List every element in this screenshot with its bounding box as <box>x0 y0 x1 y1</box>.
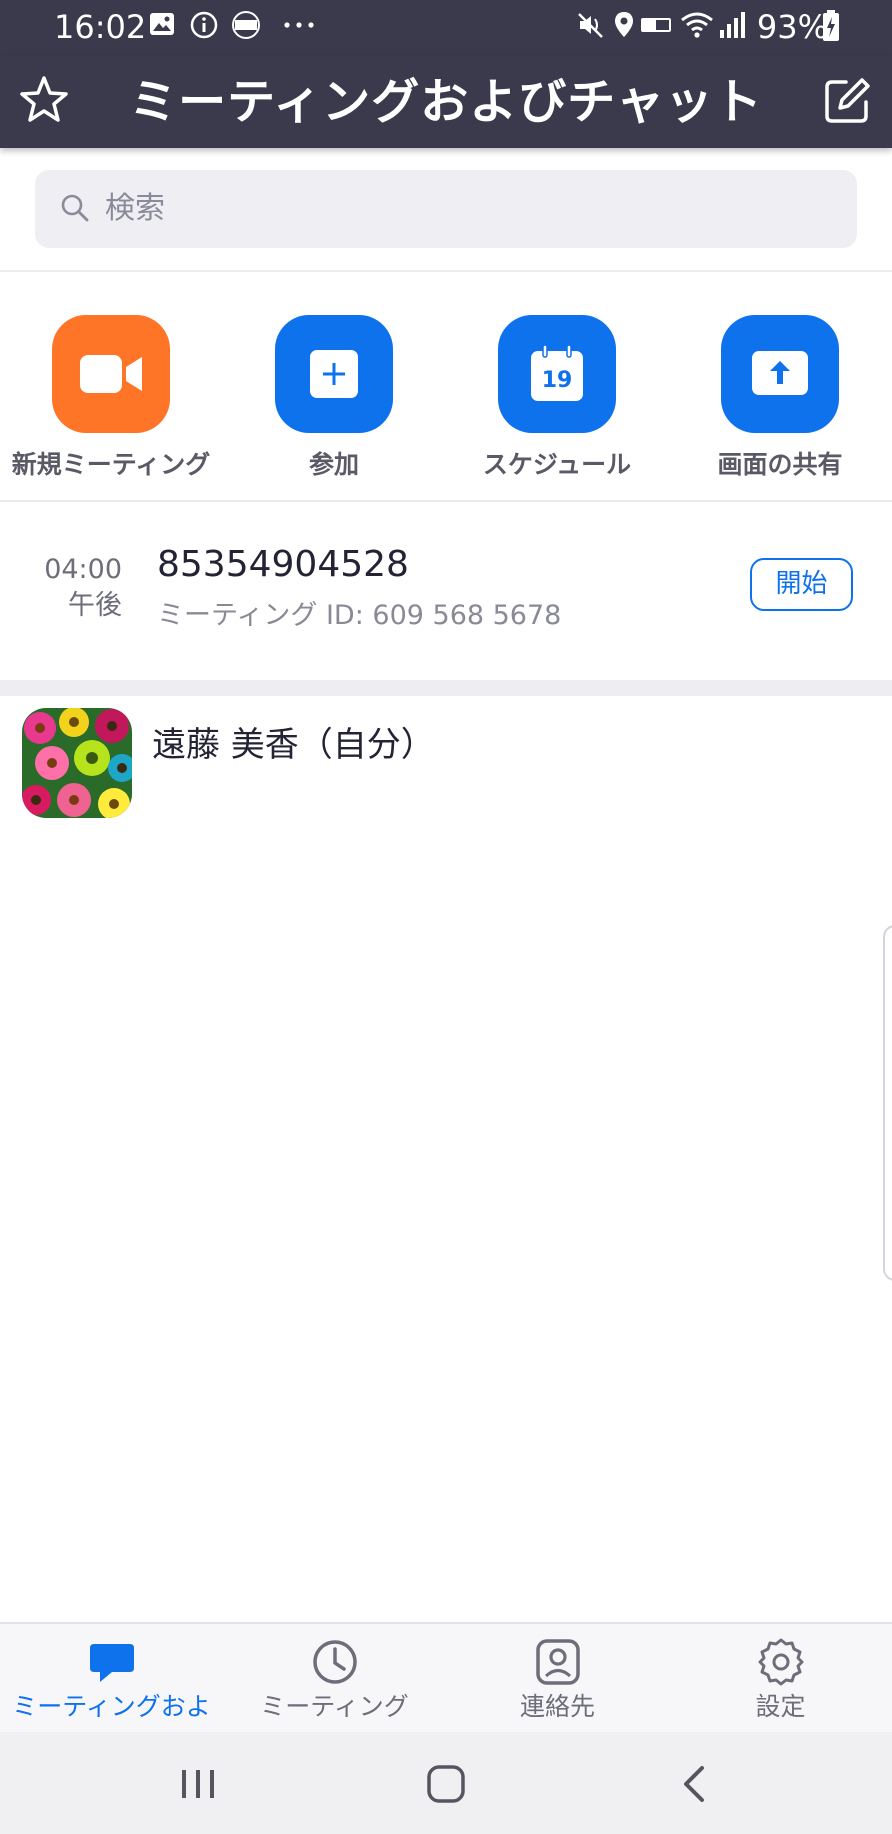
system-nav-bar <box>0 1732 892 1834</box>
schedule-button[interactable]: 19 スケジュール <box>446 315 668 485</box>
share-screen-label: 画面の共有 <box>717 450 843 479</box>
gear-icon <box>758 1638 804 1686</box>
meeting-time: 04:00 午後 <box>30 552 122 624</box>
page-title: ミーティングおよびチャット <box>129 74 763 130</box>
signal-icon <box>720 12 745 38</box>
schedule-label: スケジュール <box>482 450 632 479</box>
more-dots-icon <box>284 22 314 28</box>
clock-icon <box>313 1640 357 1684</box>
bottom-nav: ミーティングおよ ミーティング 連絡先 設定 <box>0 1622 892 1734</box>
chat-contact-name: 遠藤 美香（自分） <box>152 725 435 765</box>
join-label: 参加 <box>308 450 359 479</box>
new-meeting-button[interactable]: 新規ミーティング <box>0 315 222 485</box>
tab-contacts[interactable]: 連絡先 <box>446 1624 669 1734</box>
meeting-id: ミーティング ID: 609 568 5678 <box>157 600 562 631</box>
back-icon[interactable] <box>674 1762 718 1806</box>
new-meeting-label: 新規ミーティング <box>11 450 211 479</box>
chat-bubble-icon <box>90 1644 134 1682</box>
start-button[interactable]: 開始 <box>750 558 853 611</box>
toon-blast-icon <box>232 11 260 39</box>
recent-apps-icon[interactable] <box>176 1762 220 1806</box>
tab-meetings-and-chat[interactable]: ミーティングおよ <box>0 1624 223 1734</box>
image-icon <box>150 13 174 35</box>
new-meeting-tile <box>52 315 170 433</box>
tab-label: 設定 <box>755 1692 806 1721</box>
video-camera-icon <box>80 355 142 393</box>
search-icon <box>61 194 89 222</box>
share-screen-icon <box>752 351 808 395</box>
tab-meetings[interactable]: ミーティング <box>223 1624 446 1734</box>
tab-label: 連絡先 <box>519 1692 595 1721</box>
avatar <box>22 708 132 818</box>
contacts-icon <box>536 1639 580 1685</box>
chat-row[interactable] <box>0 696 892 831</box>
share-screen-button[interactable]: 画面の共有 <box>669 315 891 485</box>
tab-settings[interactable]: 設定 <box>669 1624 892 1734</box>
status-bar: 16:02 93% <box>0 0 892 56</box>
status-time: 16:02 <box>54 8 147 46</box>
meeting-period: 午後 <box>68 590 122 621</box>
plus-icon <box>310 350 358 398</box>
tab-label: ミーティング <box>260 1692 409 1721</box>
divider <box>0 270 892 272</box>
home-icon[interactable] <box>424 1762 468 1806</box>
calendar-day: 19 <box>541 368 573 393</box>
search-placeholder: 検索 <box>105 191 165 226</box>
meeting-start-time: 04:00 <box>44 554 122 585</box>
app-header: ミーティングおよびチャット <box>0 56 892 148</box>
join-tile <box>275 315 393 433</box>
join-button[interactable]: 参加 <box>223 315 445 485</box>
battery-icon <box>823 10 839 41</box>
volte-icon <box>641 18 671 32</box>
location-icon <box>615 12 633 37</box>
flowers-avatar-image <box>22 708 132 818</box>
wifi-icon <box>681 12 713 38</box>
meeting-title: 85354904528 <box>157 544 409 585</box>
schedule-tile: 19 <box>498 315 616 433</box>
tab-label: ミーティングおよ <box>12 1692 211 1721</box>
compose-icon[interactable] <box>822 76 872 126</box>
share-screen-tile <box>721 315 839 433</box>
search-input[interactable]: 検索 <box>35 170 857 248</box>
edge-panel-handle[interactable] <box>883 925 892 1281</box>
info-icon <box>190 11 218 39</box>
battery-percent: 93% <box>756 8 828 46</box>
mute-icon <box>578 13 603 38</box>
section-separator <box>0 680 892 696</box>
